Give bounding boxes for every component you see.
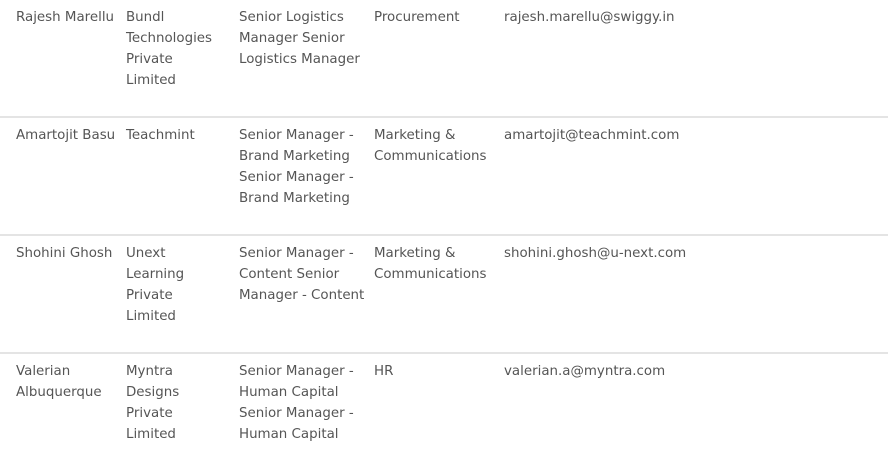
table-row: Amartojit Basu Teachmint Senior Manager …	[0, 118, 888, 236]
contact-email: shohini.ghosh@u-next.com	[504, 246, 687, 261]
table-row: Valerian Albuquerque Myntra Designs Priv…	[0, 354, 888, 452]
contact-company: Unext Learning Private Limited	[126, 246, 185, 324]
contact-name: Shohini Ghosh	[16, 246, 113, 261]
contact-title: Senior Manager - Brand Marketing Senior …	[239, 128, 354, 206]
contact-department: Procurement	[374, 10, 460, 25]
contact-company: Myntra Designs Private Limited	[126, 364, 180, 442]
contact-email: rajesh.marellu@swiggy.in	[504, 10, 675, 25]
contact-title: Senior Manager - Human Capital Senior Ma…	[239, 364, 354, 442]
table-row: Rajesh Marellu Bundl Technologies Privat…	[0, 0, 888, 118]
contact-department: HR	[374, 364, 394, 379]
contact-email: valerian.a@myntra.com	[504, 364, 666, 379]
contact-department: Marketing & Communications	[374, 128, 487, 164]
contact-email: amartojit@teachmint.com	[504, 128, 680, 143]
contact-name: Rajesh Marellu	[16, 10, 115, 25]
contact-department: Marketing & Communications	[374, 246, 487, 282]
contact-name: Amartojit Basu	[16, 128, 116, 143]
table-row: Shohini Ghosh Unext Learning Private Lim…	[0, 236, 888, 354]
contact-company: Bundl Technologies Private Limited	[126, 10, 213, 88]
contacts-table: Rajesh Marellu Bundl Technologies Privat…	[0, 0, 888, 452]
contact-name: Valerian Albuquerque	[16, 364, 102, 400]
contact-title: Senior Manager - Content Senior Manager …	[239, 246, 365, 303]
contact-company: Teachmint	[126, 128, 195, 143]
contact-title: Senior Logistics Manager Senior Logistic…	[239, 10, 360, 67]
